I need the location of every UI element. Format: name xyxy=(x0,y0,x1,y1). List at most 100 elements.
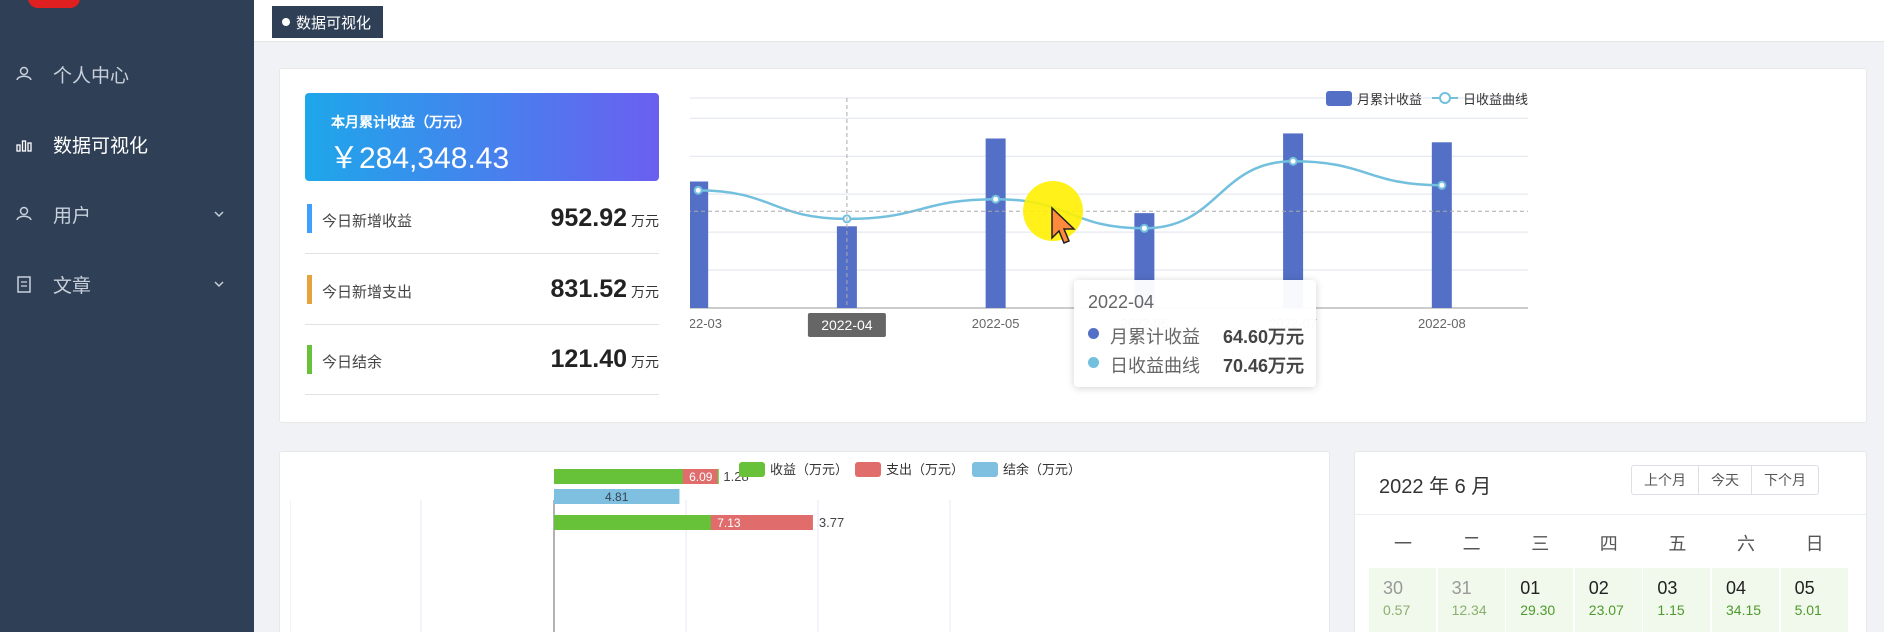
legend-label: 日收益曲线 xyxy=(1463,92,1528,107)
stat-label: 今日结余 xyxy=(322,354,383,371)
income-value: ￥284,348.43 xyxy=(329,142,510,175)
weekday-label: 五 xyxy=(1668,534,1687,554)
stat-row-balance: 今日结余 121.40 万元 xyxy=(305,325,659,395)
calendar-day-value: 12.34 xyxy=(1451,602,1487,618)
stat-color-bar xyxy=(307,204,312,233)
bar xyxy=(1431,142,1452,308)
calendar-day-value: 1.15 xyxy=(1657,602,1685,618)
stat-label: 今日新增收益 xyxy=(322,213,413,230)
sidebar-item-profile[interactable]: 个人中心 xyxy=(0,46,254,102)
mouse-cursor-icon xyxy=(1051,206,1076,244)
stat-unit: 万元 xyxy=(631,213,659,229)
calendar-day-cell[interactable]: 03 1.15 xyxy=(1643,568,1712,632)
stat-color-bar xyxy=(307,345,312,374)
chevron-down-icon xyxy=(214,211,224,218)
bar-income-label: 6.09 xyxy=(689,470,713,484)
legend-label: 收益（万元） xyxy=(770,462,848,477)
calendar-day-cell[interactable]: 31 12.34 xyxy=(1437,568,1506,632)
line-point xyxy=(693,185,703,195)
calendar-day-number: 31 xyxy=(1451,578,1472,598)
user-icon xyxy=(16,206,32,221)
series-dot-icon xyxy=(1088,357,1099,368)
prev-month-button[interactable]: 上个月 xyxy=(1632,466,1699,494)
line-point xyxy=(1288,156,1298,166)
calendar-day-cell[interactable]: 30 0.57 xyxy=(1369,568,1437,632)
calendar-day-number: 04 xyxy=(1726,578,1747,598)
sidebar-item-label: 文章 xyxy=(53,275,92,297)
chart-tooltip: 2022-04 月累计收益 64.60万元 日收益曲线 70.46万元 xyxy=(1074,280,1316,387)
crosshair-x-label: 2022-04 xyxy=(821,317,873,333)
sidebar-item-label: 个人中心 xyxy=(53,65,130,87)
line-point xyxy=(1139,223,1149,233)
calendar-day-value: 0.57 xyxy=(1383,602,1411,618)
calendar-title: 2022 年 6 月 xyxy=(1379,476,1492,498)
stat-color-bar xyxy=(307,275,312,304)
weekday-label: 六 xyxy=(1737,534,1755,554)
calendar-day-value: 23.07 xyxy=(1588,602,1624,618)
tooltip-series-value: 64.60万元 xyxy=(1222,327,1304,347)
calendar-nav: 上个月 今天 下个月 xyxy=(1631,465,1819,495)
series-dot-icon xyxy=(1088,328,1099,339)
stat-unit: 万元 xyxy=(631,354,659,370)
weekday-label: 日 xyxy=(1805,534,1824,554)
monthly-income-box: 本月累计收益（万元） ￥284,348.43 xyxy=(305,93,659,181)
calendar-day-number: 01 xyxy=(1520,578,1541,598)
legend-swatch-point xyxy=(1439,92,1451,104)
calendar-day-cell[interactable]: 01 29.30 xyxy=(1506,568,1575,632)
tooltip-title: 2022-04 xyxy=(1088,292,1155,312)
calendar-day-number: 30 xyxy=(1383,578,1404,598)
tooltip-series-name: 日收益曲线 xyxy=(1110,356,1200,376)
weekday-label: 三 xyxy=(1531,534,1550,554)
legend-swatch xyxy=(855,462,881,477)
x-tick-label: 2022-05 xyxy=(972,316,1020,331)
active-dot-icon xyxy=(282,18,290,26)
calendar-day-cell[interactable]: 04 34.15 xyxy=(1712,568,1780,632)
bar-income-label: 7.13 xyxy=(717,516,741,530)
bar-expense-label: 3.77 xyxy=(819,515,844,530)
sidebar-item-articles[interactable]: 文章 xyxy=(0,256,254,312)
line-point xyxy=(991,194,1001,204)
document-icon xyxy=(17,276,31,293)
calendar-day-value: 34.15 xyxy=(1726,602,1762,618)
weekday-label: 二 xyxy=(1462,534,1481,554)
calendar-day-cell[interactable]: 05 5.01 xyxy=(1780,568,1849,632)
calendar-day-number: 05 xyxy=(1794,578,1815,598)
bar-chart-icon xyxy=(16,140,32,152)
logo xyxy=(28,0,80,8)
legend-label: 月累计收益 xyxy=(1357,92,1422,107)
user-icon xyxy=(16,66,32,81)
tooltip-row: 月累计收益 64.60万元 xyxy=(1088,322,1304,347)
tag-data-visualization[interactable]: 数据可视化 xyxy=(272,6,384,38)
tooltip-row: 日收益曲线 70.46万元 xyxy=(1088,351,1304,376)
calendar-day-number: 03 xyxy=(1657,578,1678,598)
bar xyxy=(985,138,1006,308)
tooltip-series-value: 70.46万元 xyxy=(1222,356,1304,376)
calendar-divider xyxy=(1355,514,1866,515)
stat-value: 831.52 xyxy=(550,275,627,303)
stat-label: 今日新增支出 xyxy=(322,284,413,301)
sidebar-item-users[interactable]: 用户 xyxy=(0,186,254,242)
legend-label: 支出（万元） xyxy=(886,462,964,477)
weekday-label: 四 xyxy=(1599,534,1618,554)
tag-label: 数据可视化 xyxy=(296,14,372,32)
bar-balance-label: 4.81 xyxy=(605,490,629,504)
hourly-chart[interactable]: 0点3点 5.763.352.416.091.284.817.133.77 收益… xyxy=(290,460,1320,632)
legend-label: 结余（万元） xyxy=(1003,462,1081,477)
sidebar-item-label: 数据可视化 xyxy=(53,135,149,157)
calendar-day-cell[interactable]: 02 23.07 xyxy=(1574,568,1643,632)
today-button[interactable]: 今天 xyxy=(1699,466,1752,494)
stat-value-wrap: 831.52 万元 xyxy=(551,275,659,304)
calendar-day-value: 5.01 xyxy=(1794,602,1822,618)
x-tick-label: 2022-03 xyxy=(690,316,722,331)
sidebar-item-data-visualization[interactable]: 数据可视化 xyxy=(0,116,254,172)
calendar-day-number: 02 xyxy=(1588,578,1609,598)
bar xyxy=(690,181,709,308)
calendar-day-value: 29.30 xyxy=(1520,602,1556,618)
stat-row-new-expense: 今日新增支出 831.52 万元 xyxy=(305,255,659,325)
legend-swatch-bar xyxy=(1326,91,1352,106)
stat-value: 952.92 xyxy=(550,204,627,232)
chevron-down-icon xyxy=(214,281,224,288)
income-title: 本月累计收益（万元） xyxy=(331,114,471,130)
tags-bar: 数据可视化 xyxy=(254,0,1884,42)
next-month-button[interactable]: 下个月 xyxy=(1752,466,1818,494)
